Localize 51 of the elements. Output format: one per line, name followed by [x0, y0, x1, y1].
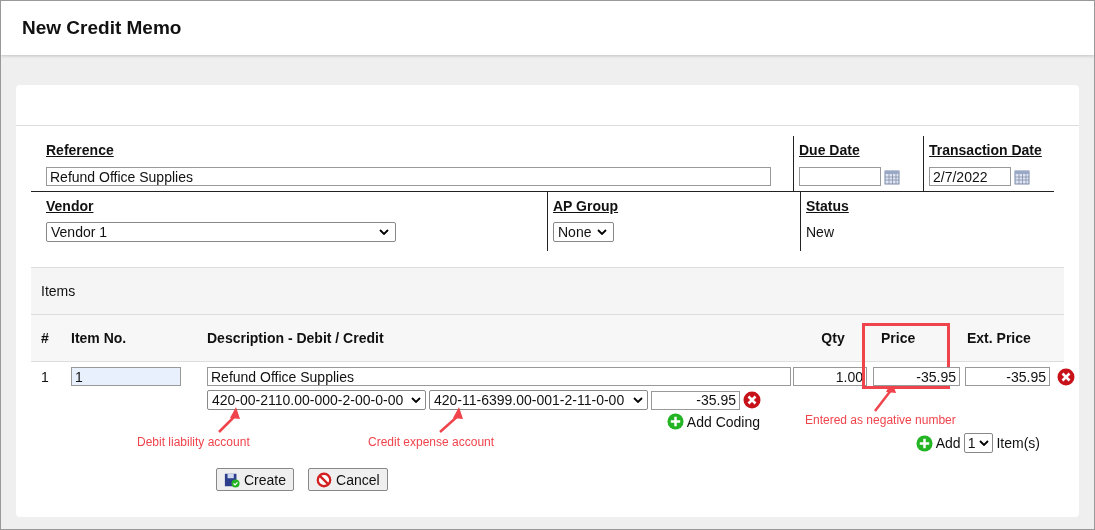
field-label: Vendor — [46, 198, 94, 214]
annotation-text: Debit liability account — [137, 435, 250, 449]
column-header: Item No. — [71, 330, 128, 346]
prohibited-icon — [316, 471, 333, 488]
column-header: # — [41, 330, 50, 346]
add-icon — [666, 413, 684, 430]
amount-field[interactable]: -35.95 — [651, 390, 740, 410]
item-number-field[interactable]: 1 — [71, 367, 181, 386]
create-button[interactable]: Create — [216, 468, 295, 491]
window-title: New Credit Memo — [22, 17, 182, 39]
extended-price-field[interactable]: -35.95 — [965, 367, 1050, 386]
column-header: Price — [880, 330, 917, 346]
field-label: Due Date — [799, 142, 860, 158]
annotation-text: Entered as negative number — [805, 413, 956, 427]
add-coding-button[interactable]: Add Coding — [666, 413, 760, 430]
delete-icon[interactable] — [743, 391, 761, 409]
field-label: Status — [806, 198, 849, 214]
column-header: Qty — [820, 330, 846, 346]
quantity-field[interactable]: 1.00 — [793, 367, 867, 386]
items-label: Item(s) — [996, 435, 1040, 451]
calendar-icon[interactable] — [1014, 168, 1030, 185]
annotation-text: Credit expense account — [368, 435, 495, 449]
column-header: Description - Debit / Credit — [207, 330, 385, 346]
date-field[interactable] — [799, 167, 881, 186]
field-label: AP Group — [553, 198, 619, 214]
chevron-icon — [379, 229, 389, 235]
chevron-icon — [411, 397, 421, 403]
column-header: Ext. Price — [966, 330, 1032, 346]
dropdown[interactable]: None — [553, 222, 615, 242]
section-title: Items — [41, 283, 76, 299]
add-icon[interactable] — [915, 434, 933, 452]
count-dropdown[interactable]: 1 — [963, 433, 994, 453]
chevron-icon — [633, 397, 643, 403]
save-icon — [224, 471, 240, 488]
description-field[interactable]: Refund Office Supplies — [207, 367, 791, 386]
status-value: New — [806, 223, 834, 242]
add-label: Add — [935, 435, 961, 451]
account-dropdown[interactable]: 420-00-2110.00-000-2-00-0-00 — [207, 390, 426, 410]
row-number: 1 — [41, 368, 50, 385]
field-label: Reference — [46, 142, 114, 158]
delete-icon[interactable] — [1057, 368, 1075, 386]
chevron-icon — [597, 229, 608, 235]
calendar-icon[interactable] — [884, 168, 900, 185]
text-field[interactable]: Refund Office Supplies — [46, 167, 771, 186]
price-field[interactable]: -35.95 — [873, 367, 960, 386]
chevron-icon — [979, 440, 990, 446]
date-field[interactable]: 2/7/2022 — [929, 167, 1011, 186]
cancel-button[interactable]: Cancel — [308, 468, 388, 491]
field-label: Transaction Date — [929, 142, 1042, 158]
account-dropdown[interactable]: 420-11-6399.00-001-2-11-0-00 — [429, 390, 648, 410]
dropdown[interactable]: Vendor 1 — [46, 222, 396, 242]
